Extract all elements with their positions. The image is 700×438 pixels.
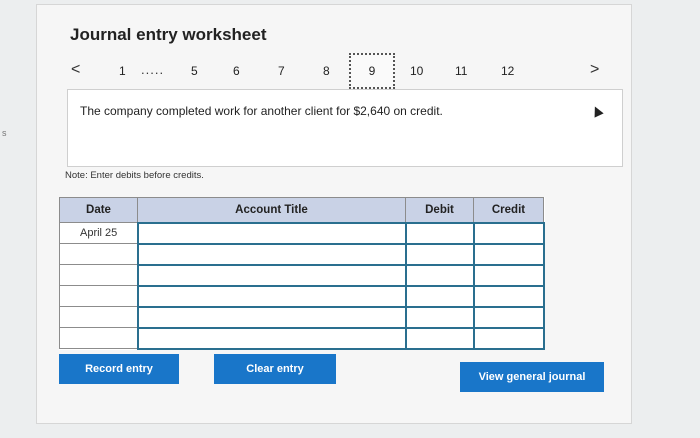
table-row xyxy=(59,263,545,287)
header-date: Date xyxy=(59,197,138,223)
date-cell xyxy=(59,285,138,307)
mouse-cursor-icon xyxy=(590,104,604,118)
page-1[interactable]: 1 xyxy=(119,64,126,78)
account-title-input[interactable] xyxy=(136,263,407,287)
table-row xyxy=(59,242,545,266)
debit-input[interactable] xyxy=(404,284,475,308)
account-title-input[interactable] xyxy=(136,305,407,329)
edge-letter: s xyxy=(2,128,7,138)
page-8[interactable]: 8 xyxy=(323,64,330,78)
table-row xyxy=(59,305,545,329)
credit-input[interactable] xyxy=(472,305,545,329)
page-11[interactable]: 11 xyxy=(455,64,467,78)
credit-input[interactable] xyxy=(472,263,545,287)
record-entry-button[interactable]: Record entry xyxy=(59,354,179,384)
table-header-row: Date Account Title Debit Credit xyxy=(59,197,544,223)
debit-input[interactable] xyxy=(404,242,475,266)
page-12[interactable]: 12 xyxy=(501,64,514,78)
credit-input[interactable] xyxy=(472,221,545,245)
page-6[interactable]: 6 xyxy=(233,64,240,78)
header-account-title: Account Title xyxy=(137,197,406,223)
credit-input[interactable] xyxy=(472,326,545,350)
debit-input[interactable] xyxy=(404,221,475,245)
table-row xyxy=(59,284,545,308)
clear-entry-button[interactable]: Clear entry xyxy=(214,354,336,384)
account-title-input[interactable] xyxy=(136,326,407,350)
date-cell xyxy=(59,327,138,349)
credit-input[interactable] xyxy=(472,242,545,266)
account-title-input[interactable] xyxy=(136,242,407,266)
transaction-prompt-box: The company completed work for another c… xyxy=(67,89,623,167)
date-cell xyxy=(59,243,138,265)
step-pager: < 1 ..... 5 6 7 8 9 10 11 12 > xyxy=(57,53,617,89)
account-title-input[interactable] xyxy=(136,221,407,245)
debit-input[interactable] xyxy=(404,326,475,350)
table-row xyxy=(59,326,545,350)
entry-note: Note: Enter debits before credits. xyxy=(65,170,204,181)
page-9-current[interactable]: 9 xyxy=(349,53,395,89)
account-title-input[interactable] xyxy=(136,284,407,308)
page-10[interactable]: 10 xyxy=(410,64,423,78)
journal-entry-table: Date Account Title Debit Credit April 25 xyxy=(59,197,545,350)
table-row: April 25 xyxy=(59,221,545,245)
credit-input[interactable] xyxy=(472,284,545,308)
page-5[interactable]: 5 xyxy=(191,64,198,78)
header-debit: Debit xyxy=(405,197,474,223)
header-credit: Credit xyxy=(473,197,544,223)
debit-input[interactable] xyxy=(404,263,475,287)
transaction-prompt: The company completed work for another c… xyxy=(80,104,443,118)
journal-worksheet-panel: Journal entry worksheet < 1 ..... 5 6 7 … xyxy=(36,4,632,424)
view-general-journal-button[interactable]: View general journal xyxy=(460,362,604,392)
chevron-left-icon[interactable]: < xyxy=(71,61,80,79)
chevron-right-icon[interactable]: > xyxy=(590,61,599,79)
date-cell xyxy=(59,306,138,328)
date-cell: April 25 xyxy=(59,222,138,244)
page-title: Journal entry worksheet xyxy=(70,25,267,44)
page-7[interactable]: 7 xyxy=(278,64,285,78)
debit-input[interactable] xyxy=(404,305,475,329)
page-ellipsis: ..... xyxy=(141,62,165,77)
date-cell xyxy=(59,264,138,286)
